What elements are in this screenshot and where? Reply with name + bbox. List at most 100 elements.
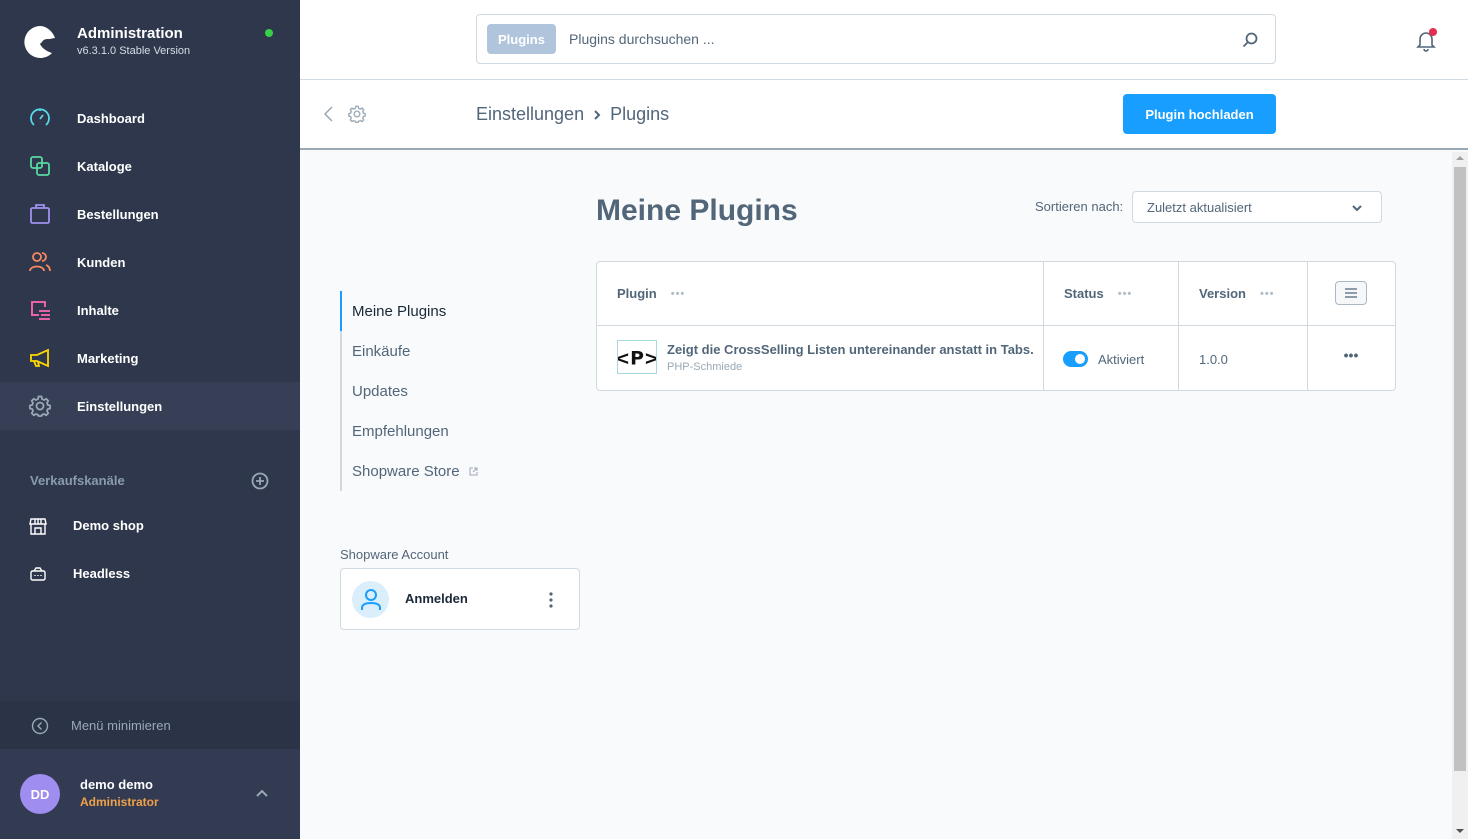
add-sales-channel-icon[interactable] xyxy=(251,472,269,490)
content-icon xyxy=(31,301,50,320)
subnav-item-recommendations[interactable]: Empfehlungen xyxy=(342,411,580,451)
subnav-label: Updates xyxy=(352,382,408,400)
login-button[interactable]: Anmelden xyxy=(405,591,468,606)
brand-version: v6.3.1.0 Stable Version xyxy=(77,45,191,57)
sidebar-item-marketing[interactable]: Marketing xyxy=(0,334,300,382)
scrollbar[interactable] xyxy=(1452,152,1468,839)
column-menu-icon[interactable]: ••• xyxy=(1118,288,1133,300)
chevron-up-icon[interactable] xyxy=(255,787,269,799)
notification-badge xyxy=(1429,28,1437,36)
upload-plugin-button[interactable]: Plugin hochladen xyxy=(1123,94,1276,134)
more-vertical-icon[interactable] xyxy=(546,590,556,610)
column-label: Status xyxy=(1064,286,1104,301)
column-menu-icon[interactable]: ••• xyxy=(1260,288,1275,300)
sidebar-item-dashboard[interactable]: Dashboard xyxy=(0,94,300,142)
plugin-logo-icon: <P> xyxy=(617,340,657,374)
plugin-table: Plugin ••• Status ••• Version ••• <P> Zeigt… xyxy=(596,261,1396,391)
sidebar-item-label: Kataloge xyxy=(77,158,132,174)
main-nav: Dashboard Kataloge Bestellungen Kunden I… xyxy=(0,94,300,430)
basket-icon xyxy=(30,567,46,581)
sales-channel-label: Demo shop xyxy=(73,518,144,533)
sidebar-item-label: Bestellungen xyxy=(77,206,159,222)
status-indicator xyxy=(265,29,273,37)
chevron-left-circle-icon xyxy=(31,717,49,735)
brand-header: Administration v6.3.1.0 Stable Version xyxy=(0,0,300,90)
scroll-thumb[interactable] xyxy=(1454,167,1466,771)
sales-channels-title: Verkaufskanäle xyxy=(30,473,125,488)
catalog-icon xyxy=(30,156,50,176)
module-settings-icon xyxy=(348,105,366,123)
account-avatar xyxy=(352,581,389,618)
plugin-author: PHP-Schmiede xyxy=(667,361,743,373)
column-divider xyxy=(1043,262,1044,390)
search-input[interactable] xyxy=(569,25,1209,53)
column-header-version[interactable]: Version ••• xyxy=(1199,286,1275,301)
sidebar-item-orders[interactable]: Bestellungen xyxy=(0,190,300,238)
avatar: DD xyxy=(20,774,60,814)
sales-channel-headless[interactable]: Headless xyxy=(0,550,300,598)
sales-channel-label: Headless xyxy=(73,566,131,581)
svg-text:<P>: <P> xyxy=(617,349,657,370)
sidebar-item-label: Kunden xyxy=(77,254,126,270)
plugin-name[interactable]: Zeigt die CrossSelling Listen untereinan… xyxy=(667,342,1034,357)
subnav-item-shopware-store[interactable]: Shopware Store xyxy=(342,451,580,491)
minimize-menu-label: Menü minimieren xyxy=(71,718,171,733)
top-bar: Plugins xyxy=(300,0,1468,80)
chevron-right-icon xyxy=(594,109,601,120)
minimize-menu-button[interactable]: Menü minimieren xyxy=(0,701,300,749)
sidebar-item-settings[interactable]: Einstellungen xyxy=(0,382,300,430)
global-search: Plugins xyxy=(476,14,1276,64)
sidebar-item-customers[interactable]: Kunden xyxy=(0,238,300,286)
customers-icon xyxy=(29,252,51,272)
subnav-item-purchases[interactable]: Einkäufe xyxy=(342,331,580,371)
subnav-item-updates[interactable]: Updates xyxy=(342,371,580,411)
marketing-icon xyxy=(30,348,49,368)
chevron-down-icon xyxy=(1352,205,1362,212)
scroll-down-arrow-icon[interactable] xyxy=(1456,829,1464,833)
scroll-up-arrow-icon[interactable] xyxy=(1456,156,1464,160)
settings-icon xyxy=(29,395,51,417)
hamburger-menu-icon xyxy=(1345,288,1357,298)
column-header-plugin[interactable]: Plugin ••• xyxy=(617,286,685,301)
back-arrow-icon[interactable] xyxy=(320,104,336,124)
sort-select[interactable]: Zuletzt aktualisiert xyxy=(1132,191,1382,223)
external-link-icon xyxy=(469,467,478,475)
sidebar-item-label: Inhalte xyxy=(77,302,119,318)
column-divider xyxy=(1178,262,1179,390)
grid-settings-button[interactable] xyxy=(1335,281,1367,305)
sidebar-item-catalogs[interactable]: Kataloge xyxy=(0,142,300,190)
user-role: Administrator xyxy=(80,795,159,809)
breadcrumb: Einstellungen Plugins xyxy=(476,104,669,125)
sidebar-item-content[interactable]: Inhalte xyxy=(0,286,300,334)
sales-channel-demo-shop[interactable]: Demo shop xyxy=(0,502,300,550)
page-title: Meine Plugins xyxy=(596,194,798,227)
search-icon[interactable] xyxy=(1241,31,1259,49)
sort-value: Zuletzt aktualisiert xyxy=(1147,200,1252,215)
subnav-item-my-plugins[interactable]: Meine Plugins xyxy=(340,291,580,331)
sidebar-item-label: Marketing xyxy=(77,350,139,366)
column-menu-icon[interactable]: ••• xyxy=(671,288,686,300)
shopware-account-card: Anmelden xyxy=(340,568,580,630)
row-actions-button[interactable]: ••• xyxy=(1341,348,1361,366)
column-label: Plugin xyxy=(617,286,657,301)
brand-title: Administration xyxy=(77,25,183,42)
storefront-icon xyxy=(29,518,47,535)
subnav-label: Empfehlungen xyxy=(352,422,449,440)
breadcrumb-item[interactable]: Einstellungen xyxy=(476,104,584,125)
column-header-status[interactable]: Status ••• xyxy=(1064,286,1132,301)
search-type-tag[interactable]: Plugins xyxy=(487,24,556,54)
plugin-active-toggle[interactable] xyxy=(1063,351,1088,367)
column-divider xyxy=(1307,262,1308,390)
user-profile[interactable]: DD demo demo Administrator xyxy=(0,749,300,839)
column-label: Version xyxy=(1199,286,1246,301)
breadcrumb-item: Plugins xyxy=(610,104,670,124)
account-title: Shopware Account xyxy=(340,547,449,562)
subnav-label: Shopware Store xyxy=(352,462,460,480)
sidebar-item-label: Dashboard xyxy=(77,110,145,126)
sort-label: Sortieren nach: xyxy=(1035,199,1124,214)
sidebar: Administration v6.3.1.0 Stable Version D… xyxy=(0,0,300,839)
shopware-logo-icon xyxy=(24,26,56,58)
subnav-label: Meine Plugins xyxy=(352,302,447,320)
plugin-subnav: Meine Plugins Einkäufe Updates Empfehlun… xyxy=(340,291,580,491)
row-divider xyxy=(597,325,1395,326)
